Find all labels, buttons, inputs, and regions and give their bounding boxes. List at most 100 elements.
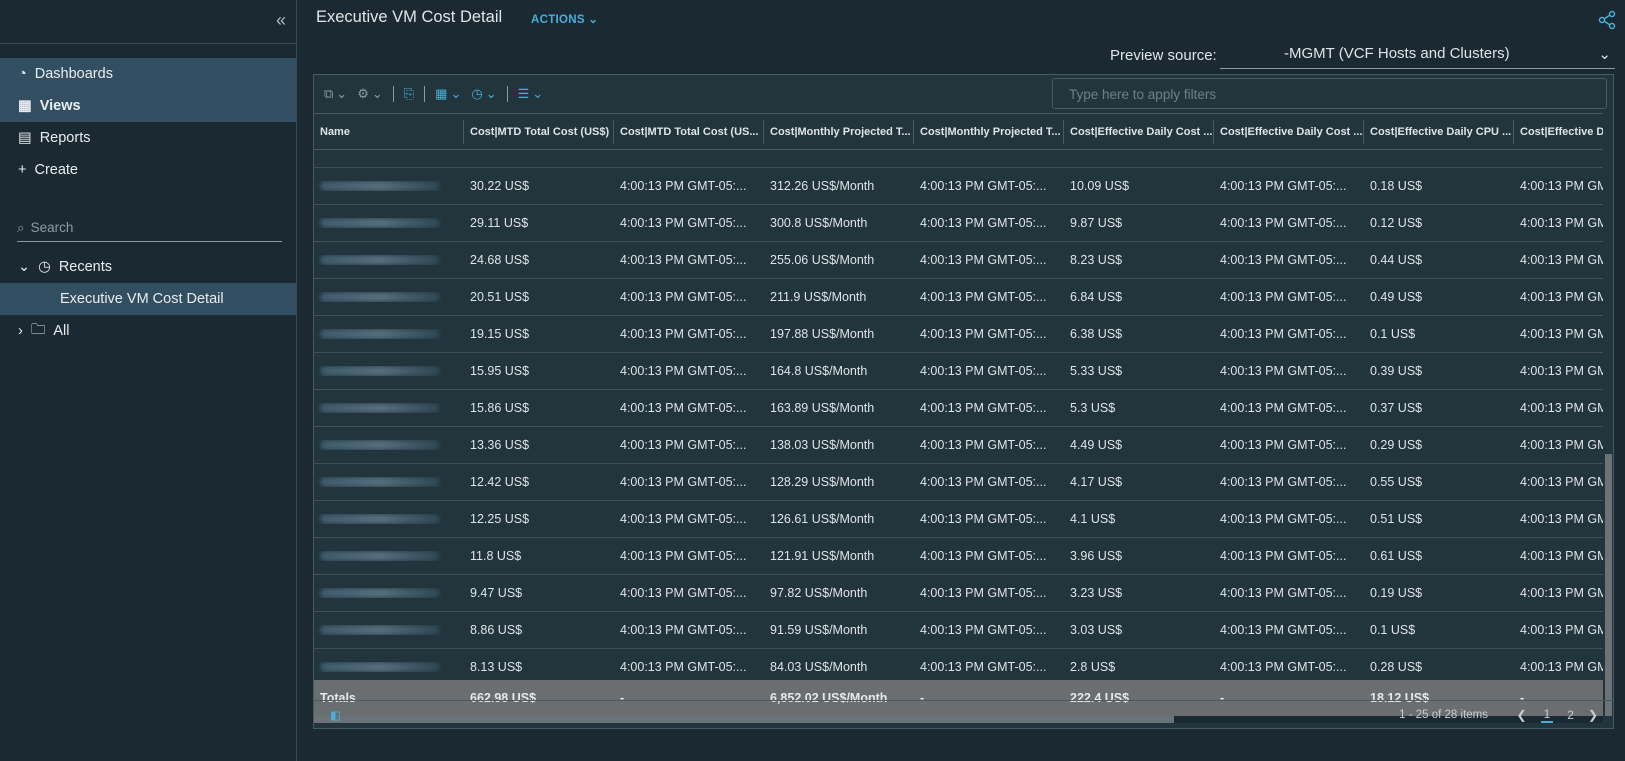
table-row[interactable]: 15.86 US$ 4:00:13 PM GMT-05:... 163.89 US$… xyxy=(314,390,1603,427)
table-row[interactable]: 12.42 US$ 4:00:13 PM GMT-05:... 128.29 US$… xyxy=(314,464,1603,501)
chevron-right-icon: › xyxy=(18,323,23,339)
column-header[interactable]: Cost|Effective Daily CPU ... xyxy=(1364,120,1514,144)
column-header[interactable]: Cost|MTD Total Cost (US$) xyxy=(464,120,614,144)
tree-item-all[interactable]: › 🗀 All xyxy=(0,315,296,347)
column-header[interactable]: Cost|Monthly Projected T... xyxy=(914,120,1064,144)
name-cell xyxy=(314,218,464,228)
preview-source-select[interactable]: -MGMT (VCF Hosts and Clusters) ⌄ xyxy=(1220,45,1615,69)
table-cell: 3.23 US$ xyxy=(1070,586,1123,600)
page-1[interactable]: 1 xyxy=(1540,707,1554,723)
tree-item-recents[interactable]: ⌄ ◷ Recents xyxy=(0,251,296,283)
table-cell: 8.23 US$ xyxy=(1070,253,1123,267)
actions-menu-button[interactable]: ACTIONS ⌄ xyxy=(531,12,598,26)
table-row[interactable]: 9.47 US$ 4:00:13 PM GMT-05:... 97.82 US$/M… xyxy=(314,575,1603,612)
table-row[interactable]: 24.68 US$ 4:00:13 PM GMT-05:... 255.06 US$… xyxy=(314,242,1603,279)
table-cell: 6.38 US$ xyxy=(1070,327,1123,341)
table-cell: 0.61 US$ xyxy=(1370,549,1423,563)
prev-page-icon[interactable]: ❮ xyxy=(1517,708,1527,722)
column-picker-button[interactable]: ⧉ ⌄ xyxy=(324,86,347,102)
plus-icon: + xyxy=(18,162,27,178)
table-cell: 4:00:13 PM GM xyxy=(1520,401,1603,415)
table-row[interactable]: 11.8 US$ 4:00:13 PM GMT-05:... 121.91 US$/… xyxy=(314,538,1603,575)
page-title: Executive VM Cost Detail xyxy=(316,8,503,26)
table-cell: 126.61 US$/Month xyxy=(770,512,875,526)
table-row[interactable]: 29.11 US$ 4:00:13 PM GMT-05:... 300.8 US$/… xyxy=(314,205,1603,242)
dashboard-icon: ◔ xyxy=(18,66,27,82)
table-cell: 0.19 US$ xyxy=(1370,586,1423,600)
sidebar-item-reports[interactable]: ▤ Reports xyxy=(0,122,296,154)
table-cell: 4:00:13 PM GMT-05:... xyxy=(920,290,1047,304)
sidebar-item-create[interactable]: + Create xyxy=(0,154,296,186)
settings-button[interactable]: ⚙ ⌄ xyxy=(357,86,383,102)
table-cell: 4:00:13 PM GMT-05:... xyxy=(1220,512,1347,526)
page-2[interactable]: 2 xyxy=(1567,708,1574,722)
columns-icon: ⧉ xyxy=(324,86,334,101)
table-cell: 4:00:13 PM GMT-05:... xyxy=(920,438,1047,452)
collapse-sidebar-icon[interactable]: « xyxy=(276,10,286,31)
share-icon[interactable] xyxy=(1597,10,1617,35)
sidebar-search-input[interactable]: ⌕ Search xyxy=(17,214,282,242)
table-cell: 4:00:13 PM GMT-05:... xyxy=(1220,660,1347,674)
table-cell: 5.33 US$ xyxy=(1070,364,1123,378)
table-cell: 4:00:13 PM GMT-05:... xyxy=(920,253,1047,267)
table-row[interactable]: 8.13 US$ 4:00:13 PM GMT-05:... 84.03 US$/M… xyxy=(314,649,1603,680)
table-cell: 24.68 US$ xyxy=(470,253,530,267)
redacted-name xyxy=(320,477,440,487)
date-range-button[interactable]: ▦ ⌄ xyxy=(435,86,461,102)
views-icon: ▦ xyxy=(18,98,32,114)
column-header[interactable]: Cost|Effective Daily Cost ... xyxy=(1214,120,1364,144)
table-cell: 4:00:13 PM GMT-05:... xyxy=(620,512,747,526)
table-row[interactable]: 8.86 US$ 4:00:13 PM GMT-05:... 91.59 US$/M… xyxy=(314,612,1603,649)
name-cell xyxy=(314,440,464,450)
table-row[interactable]: 30.22 US$ 4:00:13 PM GMT-05:... 312.26 US$… xyxy=(314,168,1603,205)
table-cell: 12.42 US$ xyxy=(470,475,530,489)
table-cell: 30.22 US$ xyxy=(470,179,530,193)
table-cell: 4:00:13 PM GMT-05:... xyxy=(1220,364,1347,378)
table-cell: 4:00:13 PM GMT-05:... xyxy=(1220,216,1347,230)
sidebar-item-views[interactable]: ▦ Views xyxy=(0,90,296,122)
table-row[interactable]: 13.36 US$ 4:00:13 PM GMT-05:... 138.03 US$… xyxy=(314,427,1603,464)
time-button[interactable]: ◷ ⌄ xyxy=(471,86,496,102)
name-cell xyxy=(314,403,464,413)
table-cell: 4:00:13 PM GMT-05:... xyxy=(920,549,1047,563)
pagination: ❮ 1 2 ❯ xyxy=(1517,707,1598,723)
table-cell: 4:00:13 PM GMT-05:... xyxy=(620,253,747,267)
table-cell: 128.29 US$/Month xyxy=(770,475,875,489)
table-cell: 15.95 US$ xyxy=(470,364,530,378)
column-header[interactable]: Cost|Effective Daily Cost ... xyxy=(1064,120,1214,144)
list-icon: ☰ xyxy=(517,86,530,101)
name-cell xyxy=(314,551,464,561)
list-options-button[interactable]: ☰ ⌄ xyxy=(518,86,544,102)
column-header[interactable]: Cost|Monthly Projected T... xyxy=(764,120,914,144)
table-cell: 4.49 US$ xyxy=(1070,438,1123,452)
name-cell xyxy=(314,255,464,265)
table-row[interactable]: 20.51 US$ 4:00:13 PM GMT-05:... 211.9 US$/… xyxy=(314,279,1603,316)
detail-pane-toggle-icon[interactable]: ◧ xyxy=(330,708,341,722)
export-button[interactable]: ⎘ xyxy=(404,86,414,102)
filter-input[interactable]: Type here to apply filters xyxy=(1052,78,1607,109)
table-row[interactable]: 12.25 US$ 4:00:13 PM GMT-05:... 126.61 US$… xyxy=(314,501,1603,538)
table-row[interactable]: 19.15 US$ 4:00:13 PM GMT-05:... 197.88 US$… xyxy=(314,316,1603,353)
sidebar-item-dashboards[interactable]: ◔ Dashboards xyxy=(0,58,296,90)
column-header[interactable]: Name xyxy=(314,120,464,144)
divider xyxy=(392,86,394,102)
sidebar: « ◔ Dashboards ▦ Views ▤ Reports + Create ⌕ S… xyxy=(0,0,297,761)
scrollbar-thumb[interactable] xyxy=(1605,454,1612,716)
table-cell: 4:00:13 PM GM xyxy=(1520,660,1603,674)
table-header: Name Cost|MTD Total Cost (US$) Cost|MTD To… xyxy=(314,113,1603,150)
column-header[interactable]: Cost|Effective Daily xyxy=(1514,120,1603,144)
table-cell: 4.1 US$ xyxy=(1070,512,1116,526)
table-cell: 4:00:13 PM GMT-05:... xyxy=(920,512,1047,526)
table-cell: 0.28 US$ xyxy=(1370,660,1423,674)
next-page-icon[interactable]: ❯ xyxy=(1588,708,1598,722)
column-header[interactable]: Cost|MTD Total Cost (US... xyxy=(614,120,764,144)
table-row[interactable]: 15.95 US$ 4:00:13 PM GMT-05:... 164.8 US$/… xyxy=(314,353,1603,390)
table-cell: 4:00:13 PM GMT-05:... xyxy=(620,660,747,674)
table-cell: 4:00:13 PM GMT-05:... xyxy=(1220,290,1347,304)
table-cell: 3.96 US$ xyxy=(1070,549,1123,563)
item-count: 1 - 25 of 28 items xyxy=(1399,708,1488,721)
gear-icon: ⚙ xyxy=(357,86,369,101)
table-cell: 4:00:13 PM GMT-05:... xyxy=(1220,179,1347,193)
tree-item-executive-vm-cost-detail[interactable]: Executive VM Cost Detail xyxy=(0,283,296,315)
vertical-scrollbar[interactable] xyxy=(1603,150,1613,716)
